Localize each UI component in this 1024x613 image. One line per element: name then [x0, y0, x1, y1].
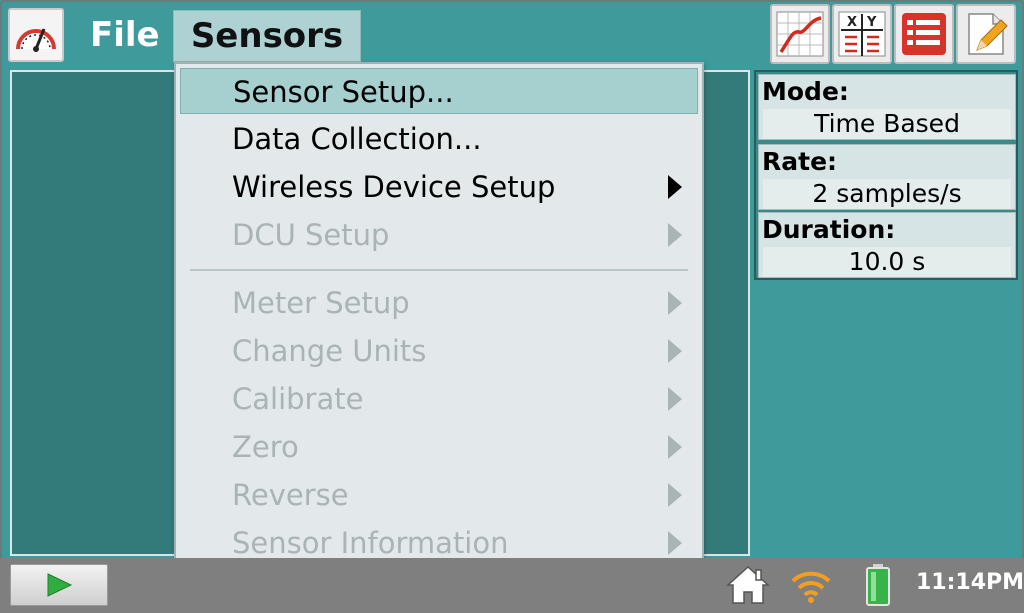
- sensors-dropdown-menu: Sensor Setup... Data Collection... Wirel…: [174, 62, 704, 576]
- menu-item-dcu-setup[interactable]: DCU Setup: [180, 212, 698, 258]
- mode-label: Mode:: [762, 77, 849, 106]
- menu-item-change-units[interactable]: Change Units: [180, 328, 698, 374]
- duration-info: Duration: 10.0 s: [758, 212, 1016, 278]
- menu-item-label: Zero: [232, 430, 299, 464]
- clock: 11:14PM: [916, 570, 1024, 595]
- menu-item-label: Calibrate: [232, 382, 364, 416]
- menu-item-label: Wireless Device Setup: [232, 170, 556, 204]
- start-collection-button[interactable]: [10, 564, 108, 606]
- menu-item-label: Change Units: [232, 334, 427, 368]
- menu-item-label: DCU Setup: [232, 218, 390, 252]
- menu-sensors[interactable]: Sensors: [173, 10, 361, 62]
- table-view-button[interactable]: X Y: [832, 4, 892, 64]
- menu-item-sensor-setup[interactable]: Sensor Setup...: [180, 68, 698, 114]
- svg-text:Y: Y: [866, 15, 877, 30]
- home-icon: [726, 565, 770, 604]
- submenu-arrow-icon: [668, 387, 682, 411]
- battery-status[interactable]: [860, 562, 896, 608]
- wifi-icon: [791, 571, 831, 603]
- submenu-arrow-icon: [668, 339, 682, 363]
- rate-label: Rate:: [762, 147, 838, 176]
- menu-item-label: Sensor Information: [232, 526, 509, 560]
- submenu-arrow-icon: [668, 291, 682, 315]
- submenu-arrow-icon: [668, 435, 682, 459]
- graph-icon: [776, 11, 824, 57]
- menu-item-label: Data Collection...: [232, 122, 482, 156]
- play-icon: [47, 573, 73, 597]
- menu-item-label: Reverse: [232, 478, 349, 512]
- submenu-arrow-icon: [668, 223, 682, 247]
- home-button[interactable]: [724, 562, 772, 608]
- menu-item-data-collection[interactable]: Data Collection...: [180, 116, 698, 162]
- top-bar: File Sensors X Y: [0, 0, 1024, 66]
- menu-item-calibrate[interactable]: Calibrate: [180, 376, 698, 422]
- submenu-arrow-icon: [668, 175, 682, 199]
- mode-value: Time Based: [814, 109, 960, 138]
- table-icon: X Y: [838, 11, 886, 57]
- menu-item-meter-setup[interactable]: Meter Setup: [180, 280, 698, 326]
- rate-info: Rate: 2 samples/s: [758, 144, 1016, 210]
- status-bar: 11:14PM: [0, 558, 1024, 613]
- menu-item-label: Sensor Setup...: [233, 75, 454, 109]
- graph-view-button[interactable]: [770, 4, 830, 64]
- menu-separator: [190, 269, 688, 271]
- collection-info-panel[interactable]: Mode: Time Based Rate: 2 samples/s Durat…: [754, 70, 1018, 280]
- notes-icon: [968, 13, 1008, 55]
- menu-item-reverse[interactable]: Reverse: [180, 472, 698, 518]
- list-view-button[interactable]: [894, 4, 954, 64]
- menu-file[interactable]: File: [80, 10, 170, 60]
- list-icon: [902, 13, 946, 55]
- menu-item-wireless-device-setup[interactable]: Wireless Device Setup: [180, 164, 698, 210]
- duration-label: Duration:: [762, 215, 896, 244]
- battery-icon: [866, 564, 890, 606]
- menu-item-zero[interactable]: Zero: [180, 424, 698, 470]
- svg-text:X: X: [847, 15, 857, 30]
- notes-view-button[interactable]: [956, 4, 1016, 64]
- wifi-status[interactable]: [788, 562, 834, 608]
- duration-value: 10.0 s: [848, 247, 926, 276]
- menu-item-label: Meter Setup: [232, 286, 410, 320]
- mode-info: Mode: Time Based: [758, 74, 1016, 140]
- submenu-arrow-icon: [668, 531, 682, 555]
- rate-value: 2 samples/s: [812, 179, 962, 208]
- meter-icon[interactable]: [8, 8, 64, 62]
- submenu-arrow-icon: [668, 483, 682, 507]
